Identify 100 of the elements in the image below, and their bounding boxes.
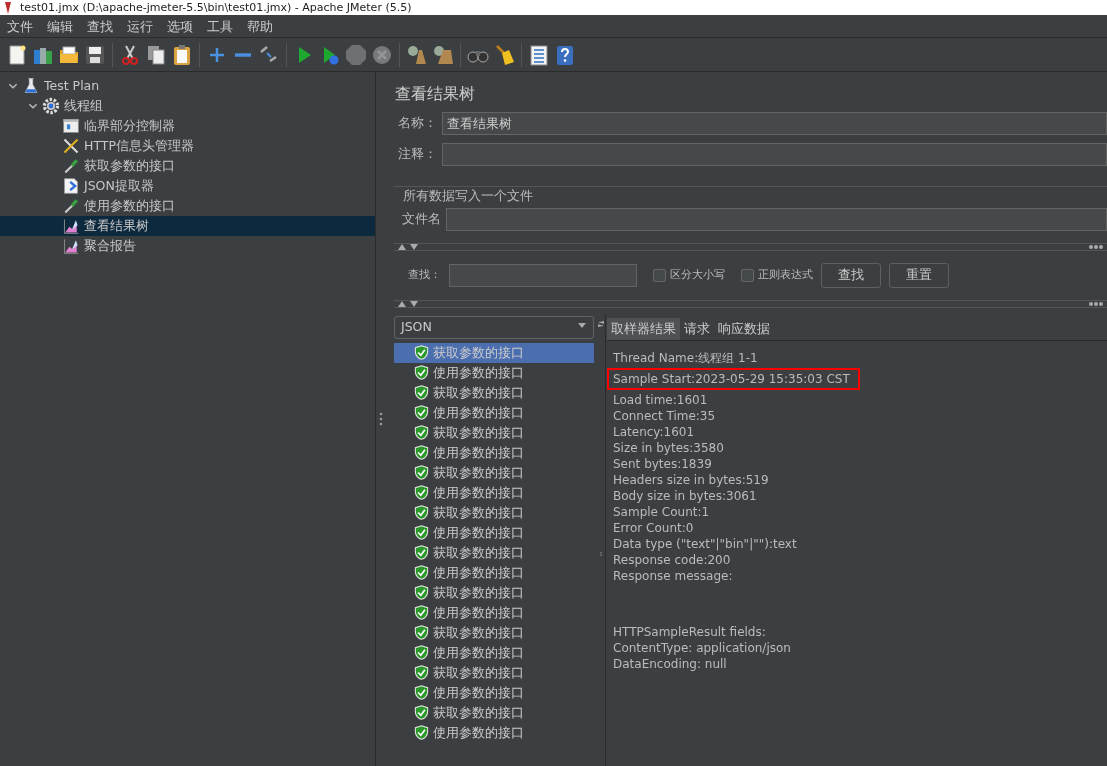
checkbox[interactable]	[741, 268, 754, 282]
menu-item[interactable]: 查找	[80, 15, 120, 37]
tree-item[interactable]: 线程组	[0, 96, 375, 116]
result-item[interactable]: 获取参数的接口	[394, 462, 594, 483]
result-tab[interactable]: 请求	[680, 317, 714, 340]
field-label: 注释：	[398, 145, 438, 164]
result-item[interactable]: 使用参数的接口	[394, 482, 594, 503]
result-item[interactable]: 获取参数的接口	[394, 582, 594, 603]
search-field[interactable]	[449, 263, 637, 287]
detail-line: Headers size in bytes:519	[613, 471, 769, 488]
result-item[interactable]: 使用参数的接口	[394, 522, 594, 543]
minus-icon	[235, 52, 251, 57]
splitter-grip-icon[interactable]	[378, 412, 383, 426]
name-field[interactable]: 查看结果树	[442, 112, 1107, 135]
detail-line: Connect Time:35	[613, 407, 716, 424]
shield-check-icon	[414, 585, 429, 600]
shield-check-icon	[414, 405, 429, 420]
checkbox[interactable]	[653, 268, 666, 282]
menu-item[interactable]: 运行	[120, 15, 160, 37]
shield-check-icon	[414, 645, 429, 660]
detail-line: Load time:1601	[613, 391, 708, 408]
detail-line: ContentType: application/json	[613, 639, 791, 656]
app-icon	[4, 1, 12, 14]
shield-check-icon	[414, 605, 429, 620]
pipette-icon	[62, 157, 80, 175]
search-button[interactable]: 查找	[821, 262, 881, 288]
result-item[interactable]: 使用参数的接口	[394, 402, 594, 423]
tree-item[interactable]: 查看结果树	[0, 216, 375, 236]
flask-icon	[22, 77, 40, 95]
splitter-grip-icon[interactable]	[1089, 301, 1103, 306]
result-item[interactable]: 获取参数的接口	[394, 542, 594, 563]
detail-line: HTTPSampleResult fields:	[613, 623, 766, 640]
detail-line: Error Count:0	[613, 519, 694, 536]
result-item[interactable]: 获取参数的接口	[394, 662, 594, 683]
detail-line: Sent bytes:1839	[613, 455, 712, 472]
collapse-arrows-icon[interactable]	[398, 300, 418, 307]
tree-item[interactable]: Test Plan	[0, 76, 375, 96]
result-item[interactable]: 获取参数的接口	[394, 422, 594, 443]
gear-icon	[42, 97, 60, 115]
result-item[interactable]: 使用参数的接口	[394, 362, 594, 383]
tree-item[interactable]: JSON提取器	[0, 176, 375, 196]
menu-item[interactable]: 工具	[200, 15, 240, 37]
shield-check-icon	[414, 505, 429, 520]
result-item[interactable]: 使用参数的接口	[394, 682, 594, 703]
result-item[interactable]: 获取参数的接口	[394, 502, 594, 523]
filename-field[interactable]	[446, 207, 1107, 231]
shield-check-icon	[414, 705, 429, 720]
search-button[interactable]: 重置	[889, 262, 949, 288]
tree-item[interactable]: 临界部分控制器	[0, 116, 375, 136]
search-label: 查找：	[408, 267, 441, 283]
chart-icon	[62, 237, 80, 255]
shield-check-icon	[414, 465, 429, 480]
result-tab[interactable]: 响应数据	[714, 317, 774, 340]
result-item[interactable]: 使用参数的接口	[394, 562, 594, 583]
comment-field[interactable]	[442, 143, 1107, 166]
shield-check-icon	[414, 365, 429, 380]
detail-line: Sample Count:1	[613, 503, 710, 520]
tree-item[interactable]: 聚合报告	[0, 236, 375, 256]
shield-check-icon	[414, 425, 429, 440]
detail-line: Data type ("text"|"bin"|""):text	[613, 535, 797, 552]
chevron-icon[interactable]	[28, 101, 38, 111]
tree-item[interactable]: 使用参数的接口	[0, 196, 375, 216]
result-item[interactable]: 使用参数的接口	[394, 722, 594, 743]
stop-icon	[345, 43, 367, 66]
document-arrow-icon	[62, 177, 80, 195]
result-item[interactable]: 使用参数的接口	[394, 642, 594, 663]
splitter-grip-icon[interactable]	[1089, 244, 1103, 249]
menu-item[interactable]: 文件	[0, 15, 40, 37]
detail-line: Size in bytes:3580	[613, 439, 724, 456]
shield-check-icon	[414, 565, 429, 580]
pipette-icon	[62, 197, 80, 215]
shield-check-icon	[414, 485, 429, 500]
result-item[interactable]: 使用参数的接口	[394, 602, 594, 623]
result-item[interactable]: 获取参数的接口	[394, 382, 594, 403]
field-label: 文件名	[402, 209, 442, 228]
result-item[interactable]: 获取参数的接口	[394, 702, 594, 723]
shield-check-icon	[414, 545, 429, 560]
renderer-dropdown[interactable]: JSON	[394, 315, 594, 339]
clipboard-icon	[171, 43, 193, 66]
collapse-arrows-icon[interactable]	[398, 243, 418, 250]
close-circle-icon	[371, 43, 393, 66]
tree-item[interactable]: 获取参数的接口	[0, 156, 375, 176]
panel-title: 查看结果树	[394, 83, 476, 105]
menu-item[interactable]: 编辑	[40, 15, 80, 37]
detail-line: Body size in bytes:3061	[613, 487, 757, 504]
window-icon	[62, 117, 80, 135]
chart-icon	[62, 217, 80, 235]
chevron-icon[interactable]	[8, 81, 18, 91]
window-title: test01.jmx (D:\apache-jmeter-5.5\bin\test01.jmx) - Apache JMeter (5.5)	[20, 1, 412, 14]
copy-icon	[145, 43, 167, 66]
new-file-icon	[6, 43, 28, 66]
result-tab[interactable]: 取样器结果	[607, 317, 680, 340]
tree-item[interactable]: HTTP信息头管理器	[0, 136, 375, 156]
shield-check-icon	[414, 525, 429, 540]
menu-item[interactable]: 帮助	[240, 15, 280, 37]
result-item[interactable]: 使用参数的接口	[394, 442, 594, 463]
folder-icon	[58, 43, 80, 66]
menu-item[interactable]: 选项	[160, 15, 200, 37]
shield-check-icon	[414, 665, 429, 680]
result-item[interactable]: 获取参数的接口	[394, 622, 594, 643]
